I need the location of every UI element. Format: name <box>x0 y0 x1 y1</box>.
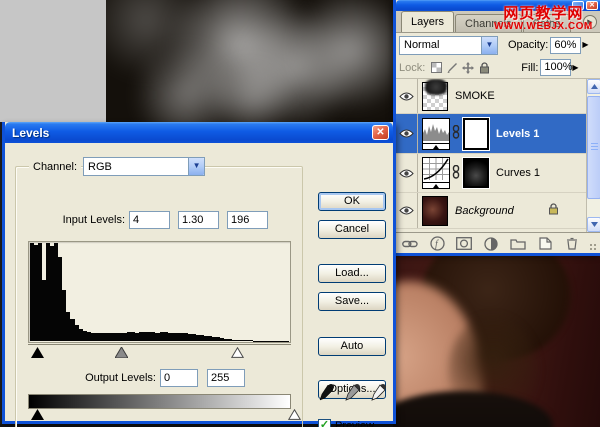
smoke-document-image <box>106 0 393 122</box>
input-levels-label: Input Levels: <box>62 214 125 226</box>
palette-menu-icon[interactable]: ▶ <box>583 15 597 29</box>
layers-palette: ✕ Layers Channels Paths ▶ Normal ▼ Opaci… <box>393 0 600 256</box>
fill-value-field[interactable]: 100% <box>540 59 573 76</box>
channel-label: Channel: <box>29 160 82 173</box>
new-layer-icon[interactable] <box>535 236 555 252</box>
layer-mask-thumbnail[interactable] <box>462 116 490 151</box>
layers-scrollbar[interactable] <box>586 79 600 232</box>
photoshop-workspace: Levels ✕ Channel: RGB ▼ Input Levels: 4 … <box>0 0 600 427</box>
svg-text:f: f <box>435 239 439 250</box>
opacity-label: Opacity: <box>508 39 549 51</box>
output-white-field[interactable] <box>207 369 245 387</box>
lock-row: Lock: Fill: 100% ▶ <box>396 57 600 79</box>
layer-name[interactable]: SMOKE <box>455 90 495 102</box>
layer-row-smoke[interactable]: SMOKE <box>396 79 589 114</box>
lock-all-icon[interactable] <box>477 61 491 75</box>
input-white-field[interactable] <box>227 211 268 229</box>
tab-layers[interactable]: Layers <box>401 11 455 32</box>
link-layers-icon[interactable] <box>400 236 420 252</box>
input-black-field[interactable] <box>129 211 170 229</box>
output-slider-track <box>28 409 302 422</box>
palette-minimize-icon[interactable] <box>572 1 584 10</box>
resize-grip[interactable] <box>589 243 599 253</box>
levels-histogram-bars <box>30 243 289 341</box>
layer-style-icon[interactable]: f <box>427 236 447 252</box>
layer-mask-thumbnail[interactable] <box>462 157 490 189</box>
dialog-title: Levels <box>12 125 50 140</box>
curves-adjustment-icon[interactable] <box>422 157 450 189</box>
visibility-eye-icon[interactable] <box>396 193 418 228</box>
visibility-eye-icon[interactable] <box>396 114 418 153</box>
layer-name[interactable]: Background <box>455 205 514 217</box>
layers-palette-titlebar[interactable]: ✕ <box>396 0 600 11</box>
lock-paint-icon[interactable] <box>445 61 459 75</box>
output-gradient-bar <box>28 394 291 409</box>
layer-thumbnail-background[interactable] <box>422 195 448 226</box>
blend-mode-value: Normal <box>404 39 440 51</box>
levels-histogram <box>28 241 291 343</box>
chevron-down-icon[interactable]: ▼ <box>188 158 205 175</box>
layer-row-levels-1[interactable]: Levels 1 <box>396 114 589 154</box>
white-point-eyedropper-icon[interactable] <box>370 381 388 403</box>
visibility-eye-icon[interactable] <box>396 154 418 192</box>
fill-label: Fill: <box>521 61 539 74</box>
new-group-icon[interactable] <box>508 236 528 252</box>
levels-dialog-body: Channel: RGB ▼ Input Levels: 4 1.30 196 … <box>5 143 393 427</box>
gray-point-eyedropper-icon[interactable] <box>344 381 362 403</box>
output-levels-label: Output Levels: <box>85 372 156 384</box>
layer-row-background[interactable]: Background <box>396 193 589 229</box>
palette-tabstrip: Layers Channels Paths ▶ <box>396 11 600 33</box>
layers-list: SMOKE Levels 1 Curves 1 Background <box>396 79 600 232</box>
blend-mode-row: Normal ▼ Opacity: 60% ▶ <box>396 33 600 57</box>
tab-channels[interactable]: Channels <box>455 14 522 32</box>
lock-label: Lock: <box>399 61 426 74</box>
checkbox-check-icon[interactable]: ✓ <box>318 419 331 427</box>
save-button[interactable]: Save... <box>318 292 386 311</box>
levels-dialog-titlebar[interactable]: Levels ✕ <box>5 122 393 143</box>
channel-value: RGB <box>88 160 112 173</box>
output-black-field[interactable] <box>160 369 198 387</box>
canvas-background <box>0 0 106 122</box>
lock-transparency-icon[interactable] <box>429 61 443 75</box>
scroll-up-icon[interactable] <box>587 79 600 94</box>
layer-thumbnail-smoke[interactable] <box>422 79 448 111</box>
ok-button[interactable]: OK <box>318 192 386 211</box>
tab-paths[interactable]: Paths <box>522 14 571 32</box>
input-gamma-field[interactable] <box>178 211 219 229</box>
opacity-popup-icon[interactable]: ▶ <box>581 36 589 54</box>
layer-name[interactable]: Levels 1 <box>496 128 539 140</box>
preview-label: Preview <box>335 419 375 427</box>
scrollbar-thumb[interactable] <box>587 96 600 199</box>
blend-mode-select[interactable]: Normal ▼ <box>399 35 498 55</box>
layer-row-curves-1[interactable]: Curves 1 <box>396 154 589 193</box>
channel-select[interactable]: RGB ▼ <box>83 157 206 176</box>
close-icon[interactable]: ✕ <box>586 1 598 10</box>
chevron-down-icon[interactable]: ▼ <box>481 36 497 54</box>
load-button[interactable]: Load... <box>318 264 386 283</box>
layer-lock-icon <box>548 203 559 218</box>
portrait-document-image <box>393 256 600 427</box>
layers-footer-bar: f <box>396 232 600 254</box>
levels-dialog: Levels ✕ Channel: RGB ▼ Input Levels: 4 … <box>2 122 396 427</box>
link-mask-icon[interactable] <box>452 124 460 142</box>
lock-position-icon[interactable] <box>461 61 475 75</box>
delete-layer-icon[interactable] <box>562 236 582 252</box>
new-adjustment-layer-icon[interactable] <box>481 236 501 252</box>
preview-checkbox[interactable]: ✓ Preview <box>318 419 374 427</box>
visibility-eye-icon[interactable] <box>396 79 418 113</box>
cancel-button[interactable]: Cancel <box>318 220 386 239</box>
close-icon[interactable]: ✕ <box>372 125 389 140</box>
fill-popup-icon[interactable]: ▶ <box>571 59 579 77</box>
levels-adjustment-icon[interactable] <box>422 117 450 150</box>
layer-name[interactable]: Curves 1 <box>496 167 540 179</box>
scroll-down-icon[interactable] <box>587 217 600 232</box>
link-mask-icon[interactable] <box>452 164 460 182</box>
black-point-eyedropper-icon[interactable] <box>318 381 336 403</box>
auto-button[interactable]: Auto <box>318 337 386 356</box>
add-layer-mask-icon[interactable] <box>454 236 474 252</box>
opacity-value-field[interactable]: 60% <box>550 36 582 54</box>
input-slider-track <box>28 344 291 358</box>
